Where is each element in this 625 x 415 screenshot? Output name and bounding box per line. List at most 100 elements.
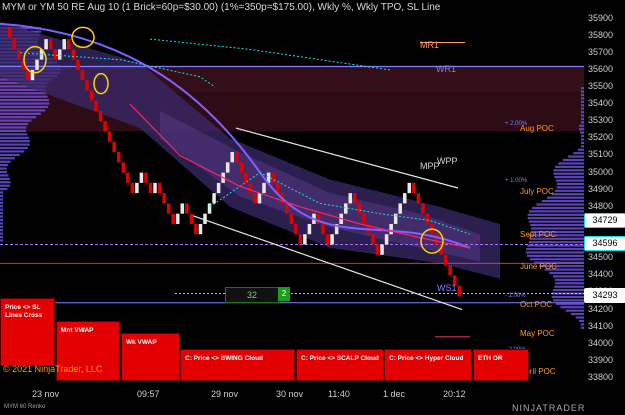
profile-bar [556, 182, 584, 186]
profile-bar [555, 282, 584, 285]
profile-bar [0, 225, 3, 228]
renko-brick [230, 152, 234, 163]
renko-brick [457, 285, 461, 296]
profile-bar [0, 167, 7, 170]
renko-brick [298, 234, 303, 245]
renko-brick [203, 213, 207, 224]
y-tick-label: 35400 [588, 98, 614, 109]
renko-brick [94, 100, 98, 111]
renko-brick [98, 110, 103, 122]
profile-bar [0, 201, 3, 204]
profile-bar [553, 172, 584, 175]
renko-brick [321, 223, 325, 235]
renko-brick [48, 39, 53, 50]
renko-brick [294, 223, 298, 235]
renko-brick [35, 59, 39, 70]
price-tag: 34729 [584, 212, 625, 228]
panel-wk-vwap[interactable]: Wk VWAP [121, 333, 180, 381]
renko-brick [139, 172, 144, 183]
renko-brick [303, 234, 307, 245]
renko-brick [121, 162, 126, 173]
profile-bar [570, 312, 584, 316]
profile-bar [547, 196, 584, 199]
panel-scalp-cloud[interactable]: C: Price <> SCALP Cloud [296, 349, 384, 381]
renko-brick [85, 80, 89, 91]
price-tag: 34596 [584, 235, 625, 251]
profile-bar [0, 143, 30, 146]
renko-brick [153, 182, 157, 194]
profile-bar [554, 176, 584, 179]
profile-bar [560, 306, 584, 309]
renko-brick [257, 193, 262, 204]
renko-brick [248, 182, 253, 194]
profile-bar [0, 208, 3, 211]
panel-label: C: Price <> Hyper Cloud [389, 355, 464, 362]
renko-brick [307, 223, 312, 235]
renko-brick [325, 234, 330, 245]
renko-brick [289, 213, 294, 224]
profile-bar [0, 181, 11, 184]
panel-label: C: Price <> SWING Cloud [185, 355, 264, 362]
profile-bar [532, 206, 584, 210]
y-tick-label: 34800 [588, 200, 614, 211]
renko-brick [135, 182, 139, 194]
poc-label: July POC [520, 187, 554, 197]
y-tick-label: 34900 [588, 183, 614, 194]
renko-brick [407, 182, 412, 194]
poc-label: Sept POC [520, 229, 557, 239]
renko-brick [448, 265, 452, 276]
profile-bar [0, 235, 3, 239]
renko-brick [330, 234, 334, 245]
y-axis[interactable]: 35900 35800 35700 35600 35500 35400 35300 35200… [584, 0, 625, 415]
profile-bar [0, 126, 27, 129]
sl-line-2 [149, 38, 391, 71]
panel-label: Price <> SL Lines Cross [5, 304, 43, 319]
profile-bar [554, 189, 584, 192]
renko-brick [107, 131, 112, 142]
renko-brick [185, 203, 189, 214]
profile-bar [0, 133, 28, 136]
panel-swing-cloud[interactable]: C: Price <> SWING Cloud [180, 349, 295, 381]
profile-bar [0, 92, 47, 95]
renko-brick [375, 244, 380, 255]
profile-bar [528, 241, 584, 244]
profile-bar [562, 158, 584, 162]
panel-hyper-cloud[interactable]: C: Price <> Hyper Cloud [384, 349, 472, 381]
panel-eth-or[interactable]: ETH OR [473, 349, 529, 381]
renko-brick [271, 172, 275, 183]
profile-bar [0, 102, 50, 105]
profile-bar [0, 112, 41, 115]
copyright-text: © 2021 NinjaTrader, LLC [3, 364, 103, 374]
renko-brick [194, 223, 198, 235]
renko-brick [284, 203, 289, 214]
profile-bar [554, 285, 584, 288]
x-tick-label: 09:57 [137, 389, 160, 399]
renko-brick [225, 162, 230, 173]
renko-brick [76, 59, 80, 70]
renko-brick [166, 203, 171, 214]
profile-bar [0, 136, 29, 139]
y-tick-label: 35700 [588, 46, 614, 57]
profile-bar [0, 188, 8, 191]
profile-bar [549, 271, 584, 275]
profile-bar [0, 99, 49, 102]
profile-bar [0, 194, 3, 198]
renko-brick [380, 244, 384, 255]
profile-bar [541, 199, 584, 203]
renko-brick [80, 69, 85, 81]
profile-bar [575, 316, 584, 319]
profile-bar [0, 153, 20, 156]
renko-brick [17, 49, 21, 60]
panel-sl-cross[interactable]: Price <> SL Lines Cross [0, 298, 55, 366]
brick-counter: 32 [225, 287, 279, 303]
profile-bar [525, 251, 584, 254]
renko-brick [348, 193, 353, 204]
y-tick-label: 35600 [588, 63, 614, 74]
renko-brick [57, 49, 62, 60]
profile-bar [568, 155, 584, 158]
profile-bar [0, 191, 4, 194]
renko-brick [144, 172, 148, 183]
profile-bar [0, 239, 3, 242]
profile-bar [554, 278, 584, 281]
y-tick-label: 34500 [588, 252, 614, 263]
